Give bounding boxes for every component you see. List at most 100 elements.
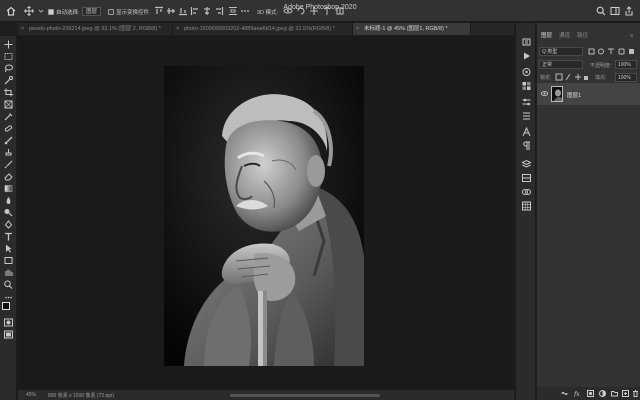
tab-document-1[interactable]: × pexels-photo-236214.jpeg @ 32.1% (图层 2… bbox=[18, 23, 173, 35]
show-transform-check[interactable] bbox=[108, 8, 114, 15]
tab-layers[interactable]: 图层 bbox=[541, 31, 552, 41]
blend-mode-select[interactable]: 正常 bbox=[539, 60, 583, 69]
lock-icons[interactable] bbox=[555, 73, 589, 81]
grid-icon[interactable] bbox=[521, 201, 532, 211]
pen-icon[interactable] bbox=[3, 220, 14, 229]
clone-stamp-icon[interactable] bbox=[3, 148, 14, 157]
more-options-icon[interactable] bbox=[240, 6, 250, 16]
play-actions-icon[interactable] bbox=[521, 51, 532, 61]
layers-icon[interactable] bbox=[521, 159, 532, 169]
zoom-level[interactable]: 45% bbox=[26, 392, 36, 398]
close-icon[interactable]: × bbox=[176, 23, 179, 35]
group-folder-icon[interactable] bbox=[611, 390, 618, 397]
history-brush-icon[interactable] bbox=[3, 160, 14, 169]
align-top-icon[interactable] bbox=[154, 6, 164, 16]
crop-icon[interactable] bbox=[3, 88, 14, 97]
align-right-icon[interactable] bbox=[214, 6, 224, 16]
close-icon[interactable]: × bbox=[356, 23, 359, 35]
marquee-icon[interactable] bbox=[3, 52, 14, 61]
opacity-label: 不透明度: bbox=[590, 63, 612, 69]
color-icon[interactable] bbox=[521, 67, 532, 77]
panel-menu-icon[interactable]: ≡ bbox=[630, 31, 633, 41]
layer-mask-icon[interactable] bbox=[587, 390, 594, 397]
move-tool-icon[interactable] bbox=[24, 6, 34, 16]
eyedropper-icon[interactable] bbox=[3, 112, 14, 121]
workspace-icon[interactable] bbox=[610, 6, 620, 16]
foreground-color-swatch[interactable] bbox=[2, 302, 10, 310]
close-icon[interactable]: × bbox=[21, 23, 24, 35]
auto-select-target-value[interactable]: 图层 bbox=[82, 7, 102, 16]
adjustment-layer-icon[interactable] bbox=[599, 390, 606, 397]
healing-brush-icon[interactable] bbox=[3, 124, 14, 133]
3d-mode-label-wrap: 3D 模式: bbox=[257, 7, 278, 16]
history-icon[interactable] bbox=[521, 37, 532, 47]
share-icon[interactable] bbox=[624, 6, 634, 16]
paths-icon[interactable] bbox=[521, 187, 532, 197]
type-icon[interactable] bbox=[3, 232, 14, 241]
3d-slide-icon[interactable] bbox=[322, 6, 332, 16]
auto-select-target-select[interactable]: 图层 bbox=[82, 7, 102, 16]
opacity-field[interactable]: 100% bbox=[615, 60, 637, 69]
document-tab-bar: × pexels-photo-236214.jpeg @ 32.1% (图层 2… bbox=[18, 23, 514, 35]
hand-icon[interactable] bbox=[3, 268, 14, 277]
3d-scale-icon[interactable] bbox=[335, 6, 345, 16]
move-icon[interactable] bbox=[3, 40, 14, 49]
lock-label: 锁定: bbox=[540, 75, 552, 81]
new-layer-icon[interactable] bbox=[622, 390, 629, 397]
align-vcenter-icon[interactable] bbox=[166, 6, 176, 16]
show-transform-checkbox[interactable]: 显示变换控件 bbox=[108, 7, 149, 16]
3d-roll-icon[interactable] bbox=[296, 6, 306, 16]
layers-panel: 图层 通道 路径 ≡ Q 类型 正常 不透明度: 100% 锁定: 填充: 10… bbox=[537, 23, 640, 400]
gradient-icon[interactable] bbox=[3, 184, 14, 193]
brush-icon[interactable] bbox=[3, 136, 14, 145]
align-bottom-icon[interactable] bbox=[178, 6, 188, 16]
layer-row[interactable]: 图层1 bbox=[537, 83, 640, 105]
layer-style-icon[interactable]: fx bbox=[574, 390, 581, 397]
3d-pan-icon[interactable] bbox=[309, 6, 319, 16]
layer-filter-select[interactable]: Q 类型 bbox=[539, 47, 583, 56]
fill-field[interactable]: 100% bbox=[615, 73, 637, 82]
trash-icon[interactable] bbox=[632, 390, 639, 397]
more-tools-icon[interactable] bbox=[3, 293, 14, 302]
frame-icon[interactable] bbox=[3, 100, 14, 109]
eye-icon[interactable] bbox=[540, 90, 549, 97]
distribute-icon[interactable] bbox=[228, 6, 238, 16]
screen-mode-icon[interactable] bbox=[3, 330, 14, 339]
search-icon[interactable] bbox=[596, 6, 606, 16]
lasso-icon[interactable] bbox=[3, 64, 14, 73]
rectangle-icon[interactable] bbox=[3, 256, 14, 265]
document-info[interactable]: 800 像素 x 1500 像素 (72 ppi) bbox=[48, 392, 114, 399]
document-image[interactable] bbox=[164, 66, 364, 366]
tab-document-3[interactable]: × 未标题-1 @ 45% (图层1, RGB/8) * bbox=[353, 23, 471, 35]
eraser-icon[interactable] bbox=[3, 172, 14, 181]
properties-icon[interactable] bbox=[521, 111, 532, 121]
character-icon[interactable] bbox=[521, 127, 532, 137]
layer-name[interactable]: 图层1 bbox=[567, 91, 581, 99]
dodge-icon[interactable] bbox=[3, 208, 14, 217]
blur-icon[interactable] bbox=[3, 196, 14, 205]
layer-thumbnail bbox=[551, 86, 563, 102]
swatches-icon[interactable] bbox=[521, 81, 532, 91]
horizontal-scrollbar[interactable] bbox=[230, 394, 380, 397]
align-hcenter-icon[interactable] bbox=[202, 6, 212, 16]
status-bar: 45% 800 像素 x 1500 像素 (72 ppi) bbox=[18, 390, 514, 400]
auto-select-checkbox[interactable]: 自动选择: bbox=[48, 7, 80, 16]
adjustments-icon[interactable] bbox=[521, 97, 532, 107]
paragraph-icon[interactable] bbox=[521, 141, 532, 151]
3d-orbit-icon[interactable] bbox=[283, 6, 293, 16]
tab-channels[interactable]: 通道 bbox=[559, 31, 570, 41]
tab-paths[interactable]: 路径 bbox=[577, 31, 588, 41]
quick-select-icon[interactable] bbox=[3, 76, 14, 85]
zoom-icon[interactable] bbox=[3, 280, 14, 289]
tab-label: photo-1509695603202-4889aea6d14.jpeg @ 3… bbox=[184, 26, 335, 32]
link-layers-icon[interactable] bbox=[561, 390, 568, 397]
options-bar: Adobe Photoshop 2020 自动选择: 图层 显示变换控件 3D … bbox=[0, 0, 640, 22]
chevron-down-icon[interactable] bbox=[36, 6, 46, 16]
quick-mask-icon[interactable] bbox=[3, 318, 14, 327]
tab-document-2[interactable]: × photo-1509695603202-4889aea6d14.jpeg @… bbox=[173, 23, 353, 35]
channels-icon[interactable] bbox=[521, 173, 532, 183]
auto-select-check[interactable] bbox=[48, 8, 54, 15]
align-left-icon[interactable] bbox=[190, 6, 200, 16]
home-icon[interactable] bbox=[6, 6, 16, 16]
path-select-icon[interactable] bbox=[3, 244, 14, 253]
